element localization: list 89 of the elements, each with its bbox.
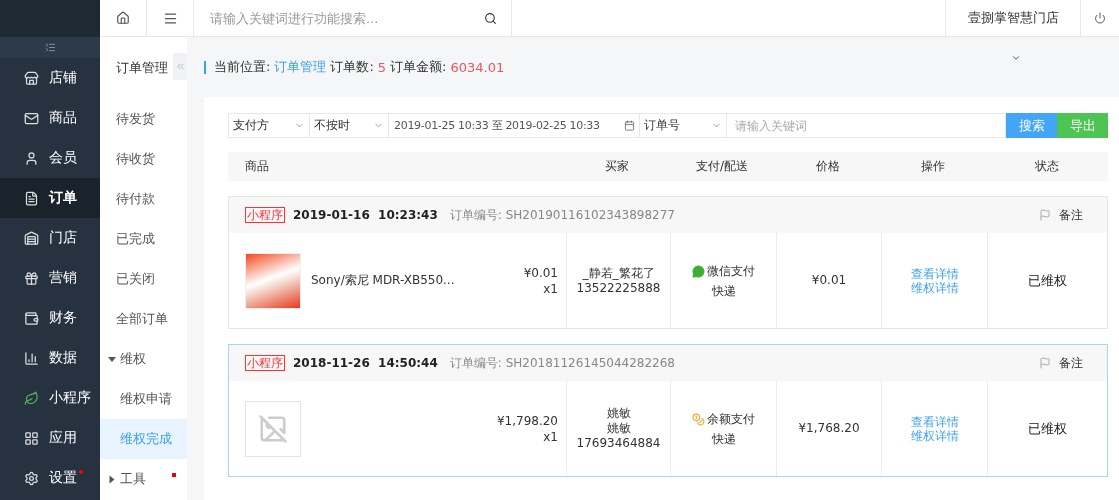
product-quantity: x1 [543,428,558,445]
store-icon [24,70,39,86]
payment-method: 余额支付 [707,410,755,428]
settings-icon [24,470,39,486]
payment-method: 微信支付 [707,262,755,280]
section-title: 订单管理 [116,59,168,77]
source-tag: 小程序 [245,207,285,223]
product-name: Sony/索尼 MDR-XB550... [311,272,456,289]
gift-icon [24,270,39,286]
time-select[interactable]: 不按时 [309,113,389,138]
order-amount-label: 订单金额: [390,58,447,76]
column-header: 操作 [920,158,946,175]
column-header: 支付/配送 [694,158,749,175]
order-amount: 6034.01 [450,59,505,75]
nav-item[interactable]: 商品 [0,98,100,138]
order-status: 已维权 [1028,271,1067,290]
note-link[interactable]: 备注 [1059,206,1083,224]
submenu-group[interactable]: 工具 [100,459,187,499]
order-date: 2019-01-16 10:23:43 [293,208,438,222]
submenu-item[interactable]: 待收货 [100,139,187,179]
nav-item[interactable]: 店铺 [0,58,100,98]
nav-item[interactable]: 设置 [0,458,100,498]
nav-item[interactable]: 应用 [0,418,100,458]
order-number: 订单编号: SH20190116102343898277 [449,206,675,224]
submenu-item[interactable]: 已关闭 [100,259,187,299]
order-count: 5 [377,59,387,75]
order-status: 已维权 [1028,419,1067,438]
power-icon [1094,12,1106,24]
product-price: ¥1,798.20 [496,412,558,429]
store-name[interactable]: 壹捌掌智慧门店 [945,0,1081,36]
collapse-button[interactable] [173,53,187,80]
order-number: 订单编号: SH20181126145044282268 [449,354,675,372]
buyer-phone: 13522225888 [576,280,661,296]
bar-chart-icon [24,350,39,366]
menu-icon [162,10,178,26]
order-count-label: 订单数: [330,58,374,76]
buyer-nickname: 姚敏 [606,421,631,436]
column-header: 商品 [244,158,270,175]
submenu-group[interactable]: 维权 [100,339,187,379]
coins-icon [692,412,705,426]
date-range-field[interactable]: 2019-01-25 10:33 至 2019-02-25 10:33 [388,113,640,138]
calendar-icon [624,120,635,131]
document-icon [24,190,39,206]
order-price: ¥0.01 [811,273,847,288]
home-icon [116,11,130,25]
product-price: ¥0.01 [523,264,558,281]
column-header: 买家 [604,158,630,175]
column-header: 价格 [814,158,841,175]
product-quantity: x1 [543,280,558,297]
nav-item[interactable]: 小程序 [0,378,100,418]
double-chevron-left-icon [174,61,186,72]
nav-item[interactable]: 数据 [0,338,100,378]
photo-placeholder [245,252,301,309]
buyer-phone: 17693464884 [576,436,661,451]
breadcrumb-label: 当前位置: [214,58,271,76]
order-price: ¥1,768.20 [798,421,860,436]
flag-icon[interactable] [1039,357,1051,369]
nav-item[interactable]: 门店 [0,218,100,258]
nav-item[interactable]: 营销 [0,258,100,298]
field-select[interactable]: 订单号 [639,113,727,138]
nav-item[interactable]: 会员 [0,138,100,178]
keyword-field[interactable]: 请输入关键词 [726,113,1006,138]
collapse-menu-icon[interactable] [44,42,56,53]
delivery-method: 快递 [711,283,736,299]
leaf-icon [24,390,39,406]
nav-item[interactable]: 财务 [0,298,100,338]
flag-icon[interactable] [1039,209,1051,221]
search-icon[interactable] [484,11,497,25]
note-link[interactable]: 备注 [1059,354,1083,372]
chat-bubble-icon [692,264,705,278]
chevron-down-icon[interactable] [1011,53,1021,63]
submenu-item[interactable]: 全部订单 [100,299,187,339]
user-icon [24,150,39,166]
nav-item[interactable]: 订单 [0,178,100,218]
buyer-name: _静若_繁花了 [582,265,655,281]
delivery-method: 快递 [711,431,736,447]
column-header: 状态 [1034,158,1060,175]
submenu-item[interactable]: 待付款 [100,179,187,219]
envelope-icon [24,110,39,126]
payment-select[interactable]: 支付方 [228,113,310,138]
submenu-item[interactable]: 待发货 [100,99,187,139]
source-tag: 小程序 [245,355,285,371]
submenu-item[interactable]: 维权申请 [100,379,187,419]
submenu-item[interactable]: 已完成 [100,219,187,259]
no-image-placeholder [245,400,301,457]
shop-icon [24,230,39,246]
order-date: 2018-11-26 14:50:44 [293,356,438,370]
grid-icon [24,430,39,446]
buyer-name: 姚敏 [606,406,631,421]
